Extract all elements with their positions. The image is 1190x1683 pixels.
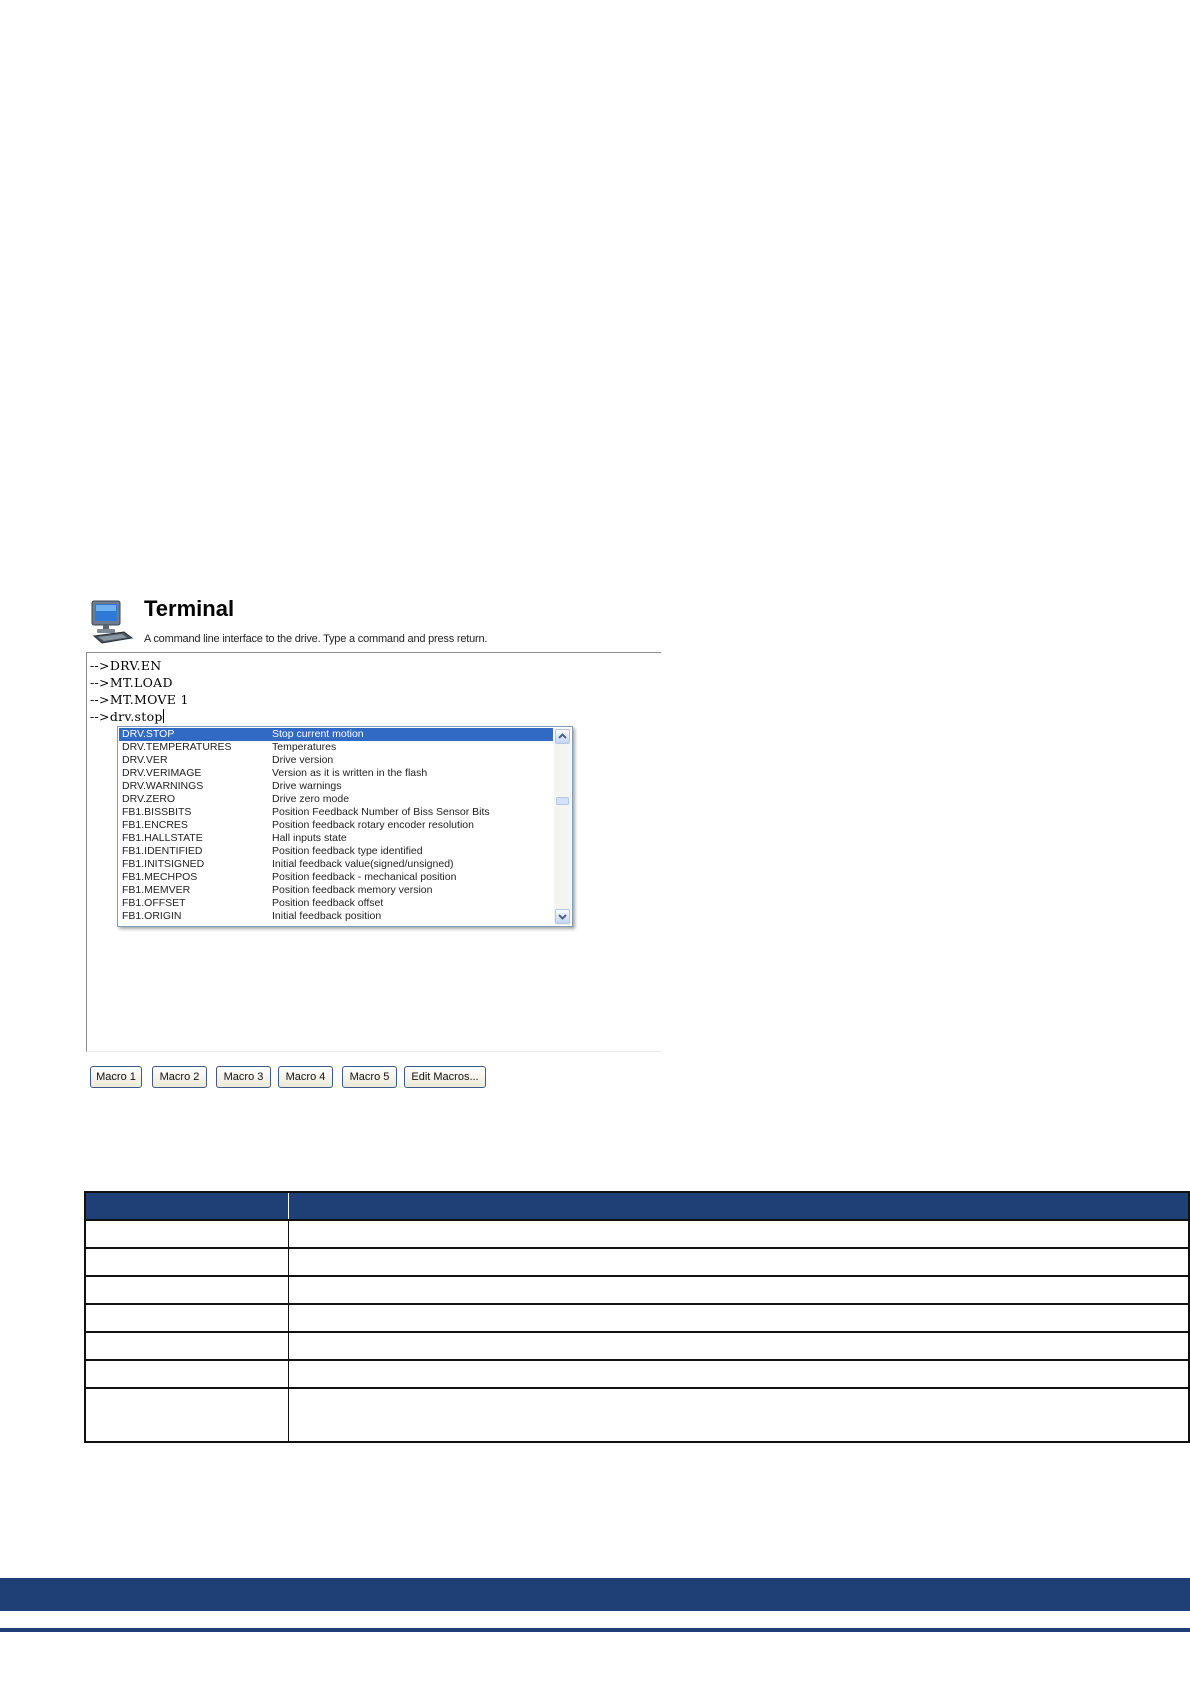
scrollbar-thumb[interactable] bbox=[556, 797, 569, 805]
table-row bbox=[85, 1331, 1190, 1360]
chevron-up-icon bbox=[558, 733, 567, 739]
autocomplete-list[interactable]: DRV.STOP Stop current motion DRV.TEMPERA… bbox=[117, 726, 573, 927]
autocomplete-command: DRV.WARNINGS bbox=[122, 780, 204, 792]
autocomplete-description: Drive version bbox=[272, 754, 334, 766]
autocomplete-item[interactable]: FB1.ENCRES Position feedback rotary enco… bbox=[119, 819, 553, 832]
autocomplete-command: FB1.IDENTIFIED bbox=[122, 845, 203, 857]
table-row bbox=[85, 1303, 1190, 1332]
macro-2-button[interactable]: Macro 2 bbox=[152, 1066, 207, 1088]
table-cell bbox=[85, 1387, 289, 1442]
autocomplete-description: Hall inputs state bbox=[272, 832, 347, 844]
table-row bbox=[85, 1359, 1190, 1388]
terminal-command-input[interactable]: -->drv.stop bbox=[90, 709, 164, 724]
autocomplete-command: DRV.ZERO bbox=[122, 793, 176, 805]
autocomplete-item[interactable]: FB1.INITSIGNED Initial feedback value(si… bbox=[119, 858, 553, 871]
chevron-down-icon bbox=[558, 914, 567, 920]
command-prompt: --> bbox=[90, 709, 110, 724]
scroll-up-button[interactable] bbox=[555, 729, 570, 744]
autocomplete-item[interactable]: FB1.BISSBITS Position Feedback Number of… bbox=[119, 806, 553, 819]
autocomplete-description: Position feedback memory version bbox=[272, 884, 433, 896]
autocomplete-description: Drive zero mode bbox=[272, 793, 350, 805]
autocomplete-item[interactable]: DRV.VER Drive version bbox=[119, 754, 553, 767]
autocomplete-command: FB1.ORIGIN bbox=[122, 910, 182, 922]
footer-divider bbox=[0, 1628, 1190, 1632]
autocomplete-item[interactable]: DRV.VERIMAGE Version as it is written in… bbox=[119, 767, 553, 780]
table-cell bbox=[85, 1303, 289, 1332]
autocomplete-command: DRV.TEMPERATURES bbox=[122, 741, 232, 753]
table-row bbox=[85, 1219, 1190, 1248]
table-row bbox=[85, 1275, 1190, 1304]
terminal-subtitle: A command line interface to the drive. T… bbox=[144, 633, 488, 645]
autocomplete-description: Position feedback rotary encoder resolut… bbox=[272, 819, 474, 831]
autocomplete-scrollbar[interactable] bbox=[554, 728, 571, 925]
computer-monitor-icon bbox=[91, 600, 134, 644]
autocomplete-command: FB1.MEMVER bbox=[122, 884, 191, 896]
autocomplete-command: FB1.MECHPOS bbox=[122, 871, 198, 883]
terminal-output-area[interactable]: -->DRV.EN -->MT.LOAD -->MT.MOVE 1 -->drv… bbox=[86, 652, 661, 1052]
table-cell bbox=[288, 1387, 1190, 1442]
autocomplete-item[interactable]: DRV.ZERO Drive zero mode bbox=[119, 793, 553, 806]
autocomplete-item[interactable]: FB1.OFFSET Position feedback offset bbox=[119, 897, 553, 910]
autocomplete-item[interactable]: FB1.HALLSTATE Hall inputs state bbox=[119, 832, 553, 845]
autocomplete-description: Initial feedback position bbox=[272, 910, 382, 922]
footer-bar bbox=[0, 1578, 1190, 1611]
table-cell bbox=[85, 1219, 289, 1248]
autocomplete-command: DRV.STOP bbox=[122, 728, 175, 740]
terminal-line: -->DRV.EN bbox=[90, 658, 162, 673]
document-table bbox=[84, 1191, 1190, 1443]
autocomplete-description: Version as it is written in the flash bbox=[272, 767, 428, 779]
terminal-panel: Terminal A command line interface to the… bbox=[86, 596, 662, 1094]
terminal-line: -->MT.MOVE 1 bbox=[90, 692, 189, 707]
table-cell bbox=[288, 1247, 1190, 1276]
autocomplete-description: Stop current motion bbox=[272, 728, 364, 740]
table-cell bbox=[85, 1247, 289, 1276]
table-cell bbox=[288, 1275, 1190, 1304]
autocomplete-command: DRV.VER bbox=[122, 754, 168, 766]
terminal-title: Terminal bbox=[144, 596, 235, 621]
autocomplete-description: Position feedback - mechanical position bbox=[272, 871, 457, 883]
table-header-cell bbox=[288, 1192, 1190, 1220]
table-row bbox=[85, 1247, 1190, 1276]
autocomplete-description: Position feedback offset bbox=[272, 897, 384, 909]
table-cell bbox=[288, 1359, 1190, 1388]
scroll-down-button[interactable] bbox=[555, 909, 570, 924]
table-cell bbox=[85, 1359, 289, 1388]
command-input-value[interactable]: drv.stop bbox=[110, 709, 163, 724]
autocomplete-item[interactable]: DRV.TEMPERATURES Temperatures bbox=[119, 741, 553, 754]
autocomplete-item[interactable]: FB1.MECHPOS Position feedback - mechanic… bbox=[119, 871, 553, 884]
macro-5-button[interactable]: Macro 5 bbox=[342, 1066, 397, 1088]
macro-1-button[interactable]: Macro 1 bbox=[90, 1066, 142, 1088]
autocomplete-description: Initial feedback value(signed/unsigned) bbox=[272, 858, 454, 870]
table-cell bbox=[288, 1331, 1190, 1360]
autocomplete-item[interactable]: DRV.WARNINGS Drive warnings bbox=[119, 780, 553, 793]
autocomplete-command: FB1.INITSIGNED bbox=[122, 858, 205, 870]
autocomplete-command: FB1.OFFSET bbox=[122, 897, 186, 909]
table-cell bbox=[288, 1303, 1190, 1332]
autocomplete-item[interactable]: FB1.MEMVER Position feedback memory vers… bbox=[119, 884, 553, 897]
text-cursor bbox=[162, 709, 164, 723]
autocomplete-command: DRV.VERIMAGE bbox=[122, 767, 202, 779]
autocomplete-description: Temperatures bbox=[272, 741, 337, 753]
table-cell bbox=[288, 1219, 1190, 1248]
autocomplete-description: Position Feedback Number of Biss Sensor … bbox=[272, 806, 490, 818]
table-cell bbox=[85, 1275, 289, 1304]
autocomplete-item[interactable]: FB1.IDENTIFIED Position feedback type id… bbox=[119, 845, 553, 858]
autocomplete-item[interactable]: FB1.ORIGIN Initial feedback position bbox=[119, 910, 553, 923]
autocomplete-item[interactable]: DRV.STOP Stop current motion bbox=[119, 728, 553, 741]
table-header-cell bbox=[85, 1192, 289, 1220]
table-cell bbox=[85, 1331, 289, 1360]
table-row bbox=[85, 1387, 1190, 1442]
edit-macros-button[interactable]: Edit Macros... bbox=[404, 1066, 486, 1088]
terminal-line: -->MT.LOAD bbox=[90, 675, 173, 690]
macro-3-button[interactable]: Macro 3 bbox=[216, 1066, 271, 1088]
autocomplete-description: Drive warnings bbox=[272, 780, 342, 792]
autocomplete-command: FB1.ENCRES bbox=[122, 819, 188, 831]
autocomplete-description: Position feedback type identified bbox=[272, 845, 423, 857]
macro-4-button[interactable]: Macro 4 bbox=[278, 1066, 333, 1088]
autocomplete-command: FB1.BISSBITS bbox=[122, 806, 192, 818]
autocomplete-command: FB1.HALLSTATE bbox=[122, 832, 203, 844]
table-header-row bbox=[85, 1192, 1190, 1220]
